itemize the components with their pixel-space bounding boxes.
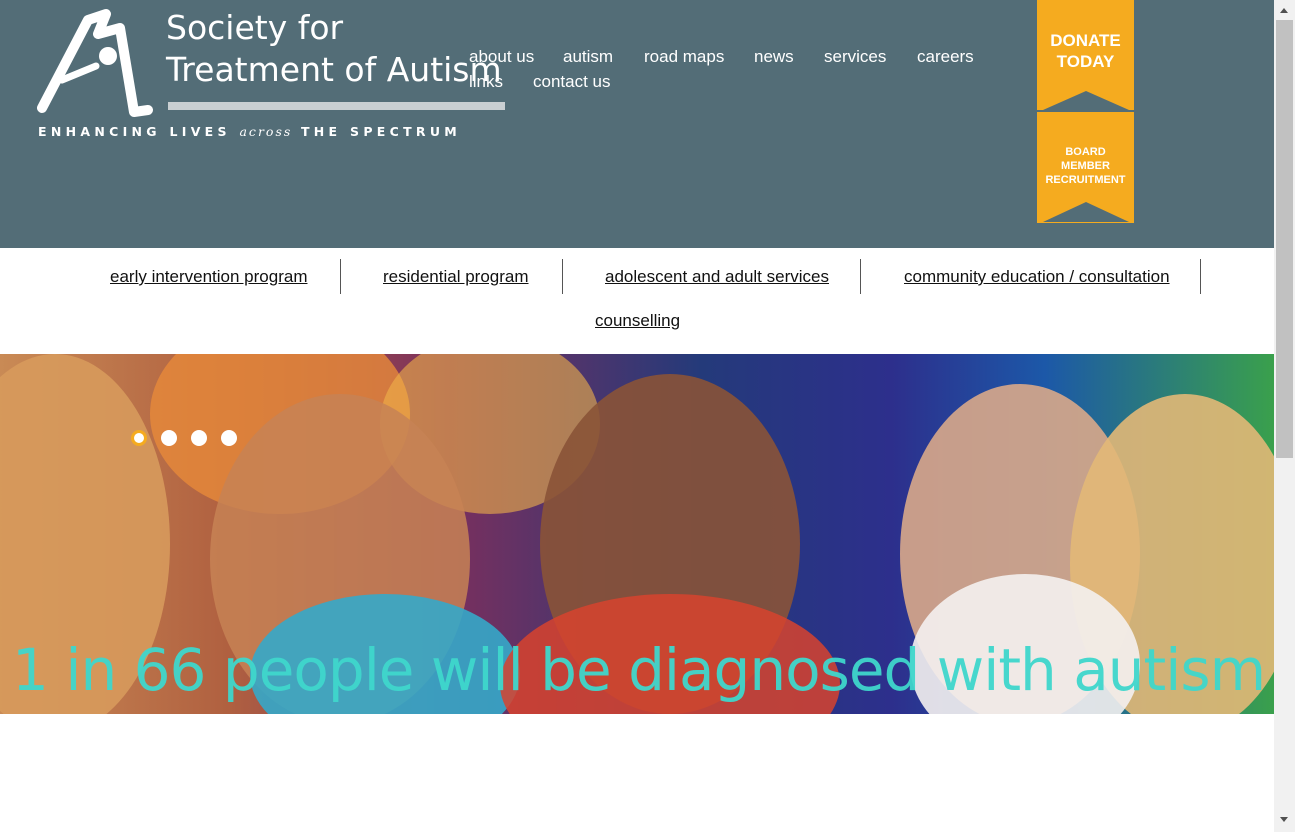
- nav-road-maps[interactable]: road maps: [644, 47, 724, 67]
- slide-dot-4[interactable]: [221, 430, 237, 446]
- slide-dot-3[interactable]: [191, 430, 207, 446]
- slide-dot-1[interactable]: [131, 430, 147, 446]
- scroll-down-arrow-icon[interactable]: [1280, 817, 1288, 822]
- donate-today-button[interactable]: DONATE TODAY: [1037, 0, 1134, 110]
- nav-contact-us[interactable]: contact us: [533, 72, 611, 92]
- board-label-line1: BOARD: [1065, 146, 1106, 158]
- divider: [562, 259, 563, 294]
- board-label: BOARD MEMBER RECRUITMENT: [1037, 145, 1134, 187]
- divider: [860, 259, 861, 294]
- board-label-line2: MEMBER: [1061, 160, 1110, 172]
- subnav-adolescent-adult[interactable]: adolescent and adult services: [605, 267, 829, 287]
- subnav-early-intervention[interactable]: early intervention program: [110, 267, 307, 287]
- tagline-start: ENHANCING LIVES: [38, 124, 231, 139]
- subnav-counselling[interactable]: counselling: [595, 311, 680, 331]
- site-logo[interactable]: Society for Treatment of Autism ENHANCIN…: [36, 8, 511, 148]
- board-recruitment-button[interactable]: BOARD MEMBER RECRUITMENT: [1037, 112, 1134, 223]
- slide-dot-2[interactable]: [161, 430, 177, 446]
- logo-title-line1: Society for: [166, 8, 344, 47]
- donate-label-line1: DONATE: [1050, 31, 1121, 50]
- ribbon-notch-icon: [1043, 202, 1129, 222]
- logo-rule: [168, 102, 505, 110]
- site-header: Society for Treatment of Autism ENHANCIN…: [0, 0, 1274, 248]
- ribbon-notch-icon: [1043, 91, 1129, 110]
- donate-label: DONATE TODAY: [1037, 30, 1134, 72]
- divider: [340, 259, 341, 294]
- page: Society for Treatment of Autism ENHANCIN…: [0, 0, 1274, 832]
- page-scrollbar[interactable]: [1274, 0, 1295, 832]
- logo-title-line2: Treatment of Autism: [166, 50, 502, 89]
- board-label-line3: RECRUITMENT: [1045, 174, 1126, 186]
- subnav-community-education[interactable]: community education / consultation: [904, 267, 1170, 287]
- nav-careers[interactable]: careers: [917, 47, 974, 67]
- nav-news[interactable]: news: [754, 47, 794, 67]
- logo-tagline: ENHANCING LIVES across THE SPECTRUM: [38, 124, 461, 139]
- nav-services[interactable]: services: [824, 47, 886, 67]
- program-navigation: early intervention program residential p…: [0, 248, 1274, 354]
- divider: [1200, 259, 1201, 294]
- donate-label-line2: TODAY: [1056, 52, 1115, 71]
- nav-autism[interactable]: autism: [563, 47, 613, 67]
- hero-caption: 1 in 66 people will be diagnosed with au…: [12, 636, 1266, 704]
- subnav-residential[interactable]: residential program: [383, 267, 529, 287]
- scrollbar-thumb[interactable]: [1276, 20, 1293, 458]
- logo-mark-icon: [37, 9, 153, 117]
- scroll-up-arrow-icon[interactable]: [1280, 8, 1288, 13]
- tagline-middle: across: [239, 124, 293, 139]
- nav-about-us[interactable]: about us: [469, 47, 534, 67]
- hero-slider[interactable]: 1 in 66 people will be diagnosed with au…: [0, 354, 1274, 714]
- tagline-end: THE SPECTRUM: [300, 124, 462, 139]
- nav-links[interactable]: links: [469, 72, 503, 92]
